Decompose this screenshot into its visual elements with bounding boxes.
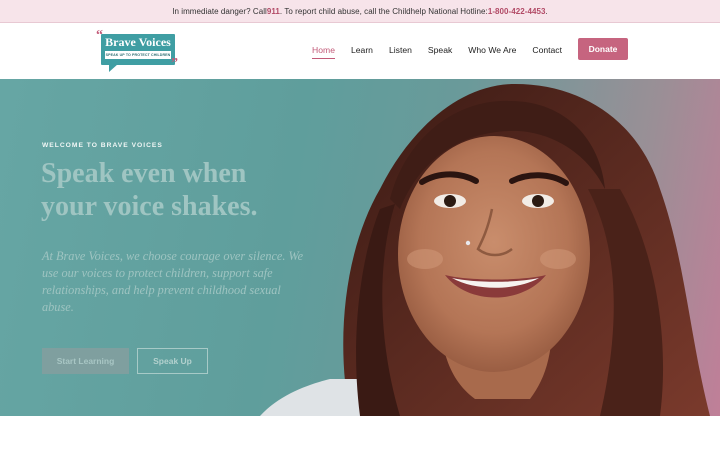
site-header: “ ” Brave Voices SPEAK UP TO PROTECT CHI… — [0, 23, 720, 79]
nav-item-learn[interactable]: Learn — [351, 42, 373, 59]
alert-middle: . To report child abuse, call the Childh… — [279, 6, 488, 16]
hero-portrait-image — [260, 84, 710, 416]
logo-close-quote: ” — [171, 56, 178, 71]
nav-item-speak[interactable]: Speak — [428, 42, 452, 59]
emergency-number-link[interactable]: 911 — [267, 7, 280, 16]
start-learning-button[interactable]: Start Learning — [42, 348, 129, 374]
hero-eyebrow: WELCOME TO BRAVE VOICES — [42, 142, 163, 149]
speak-up-button[interactable]: Speak Up — [137, 348, 208, 374]
alert-prefix: In immediate danger? Call — [172, 6, 267, 16]
nav-item-who-we-are[interactable]: Who We Are — [468, 42, 516, 59]
logo-title: Brave Voices — [105, 35, 171, 49]
alert-suffix: . — [545, 6, 548, 16]
brave-voices-logo[interactable]: “ ” Brave Voices SPEAK UP TO PROTECT CHI… — [96, 29, 182, 73]
emergency-alert-bar: In immediate danger? Call 911. To report… — [0, 0, 720, 23]
nav-item-home[interactable]: Home — [312, 42, 335, 59]
hero-heading: Speak even when your voice shakes. — [41, 158, 258, 222]
logo-tagline: SPEAK UP TO PROTECT CHILDREN — [105, 51, 171, 59]
hero-description: At Brave Voices, we choose courage over … — [42, 249, 304, 314]
nav-item-listen[interactable]: Listen — [389, 42, 412, 59]
nav-item-contact[interactable]: Contact — [532, 42, 562, 59]
main-navigation: Home Learn Listen Speak Who We Are Conta… — [296, 23, 562, 77]
logo-bubble-tail — [109, 64, 118, 72]
donate-button[interactable]: Donate — [578, 38, 628, 60]
hotline-number-link[interactable]: 1-800-422-4453 — [488, 7, 546, 16]
hero-section: WELCOME TO BRAVE VOICES Speak even when … — [0, 79, 720, 416]
